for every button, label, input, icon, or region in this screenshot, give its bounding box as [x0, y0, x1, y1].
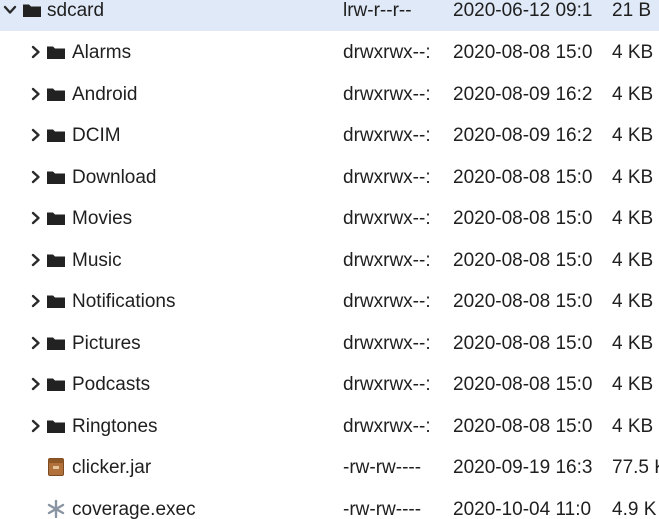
row-date: 2020-10-04 11:0 [453, 499, 592, 519]
row-date: 2020-08-08 15:0 [453, 416, 593, 437]
chevron-right-icon[interactable] [28, 252, 44, 268]
tree-row-dcim[interactable]: DCIM drwxrwx--: 2020-08-09 16:2 4 KB [0, 115, 659, 156]
tree-row-sdcard[interactable]: sdcard lrw-r--r-- 2020-06-12 09:1 21 B [0, 0, 659, 31]
row-size: 4 KB [612, 208, 654, 229]
asterisk-file-icon [47, 499, 65, 519]
row-date: 2020-08-08 15:0 [453, 208, 593, 229]
file-explorer-tree: sdcard lrw-r--r-- 2020-06-12 09:1 21 B A… [0, 0, 659, 519]
row-size: 4 KB [612, 250, 654, 271]
folder-icon [47, 129, 65, 142]
folder-icon [47, 337, 65, 350]
row-size: 4 KB [612, 42, 654, 63]
folder-icon [47, 295, 65, 308]
row-permissions: drwxrwx--: [343, 374, 431, 395]
row-permissions: drwxrwx--: [343, 84, 431, 105]
chevron-right-icon[interactable] [28, 335, 44, 351]
row-name: Podcasts [72, 374, 151, 395]
tree-row-alarms[interactable]: Alarms drwxrwx--: 2020-08-08 15:0 4 KB [0, 32, 659, 73]
folder-icon [47, 171, 65, 184]
chevron-right-icon[interactable] [28, 44, 44, 60]
row-name: DCIM [72, 125, 121, 146]
folder-icon [47, 212, 65, 225]
tree-row-download[interactable]: Download drwxrwx--: 2020-08-08 15:0 4 KB [0, 157, 659, 198]
row-permissions: drwxrwx--: [343, 125, 431, 146]
row-size: 4 KB [612, 125, 654, 146]
tree-row-podcasts[interactable]: Podcasts drwxrwx--: 2020-08-08 15:0 4 KB [0, 364, 659, 405]
row-size: 77.5 K [612, 457, 659, 478]
row-name: Notifications [72, 291, 176, 312]
chevron-right-icon[interactable] [28, 210, 44, 226]
tree-row-music[interactable]: Music drwxrwx--: 2020-08-08 15:0 4 KB [0, 240, 659, 281]
row-date: 2020-08-08 15:0 [453, 374, 593, 395]
row-name: Android [72, 84, 138, 105]
row-name: clicker.jar [72, 457, 152, 478]
row-date: 2020-08-08 15:0 [453, 291, 593, 312]
tree-row-coverage-exec[interactable]: coverage.exec -rw-rw---- 2020-10-04 11:0… [0, 489, 659, 519]
row-size: 4 KB [612, 167, 654, 188]
row-name: Movies [72, 208, 133, 229]
chevron-right-icon[interactable] [28, 86, 44, 102]
row-name: Music [72, 250, 122, 271]
tree-row-ringtones[interactable]: Ringtones drwxrwx--: 2020-08-08 15:0 4 K… [0, 406, 659, 447]
row-size: 4 KB [612, 333, 654, 354]
folder-icon [47, 46, 65, 59]
row-size: 21 B [612, 0, 652, 21]
chevron-right-icon[interactable] [28, 418, 44, 434]
folder-icon [23, 4, 41, 17]
row-size: 4 KB [612, 291, 654, 312]
tree-row-clicker-jar[interactable]: clicker.jar -rw-rw---- 2020-09-19 16:3 7… [0, 447, 659, 488]
chevron-right-icon[interactable] [28, 127, 44, 143]
row-size: 4 KB [612, 374, 654, 395]
row-permissions: drwxrwx--: [343, 167, 431, 188]
jar-file-icon [48, 458, 64, 476]
row-date: 2020-06-12 09:1 [453, 0, 593, 21]
tree-row-movies[interactable]: Movies drwxrwx--: 2020-08-08 15:0 4 KB [0, 198, 659, 239]
row-date: 2020-08-08 15:0 [453, 167, 593, 188]
row-name: Alarms [72, 42, 132, 63]
row-permissions: drwxrwx--: [343, 208, 431, 229]
tree-row-notifications[interactable]: Notifications drwxrwx--: 2020-08-08 15:0… [0, 281, 659, 322]
row-date: 2020-08-09 16:2 [453, 125, 593, 146]
row-name: Pictures [72, 333, 141, 354]
folder-icon [47, 420, 65, 433]
row-date: 2020-09-19 16:3 [453, 457, 593, 478]
row-date: 2020-08-09 16:2 [453, 84, 593, 105]
folder-icon [47, 254, 65, 267]
row-permissions: lrw-r--r-- [343, 0, 412, 21]
tree-row-pictures[interactable]: Pictures drwxrwx--: 2020-08-08 15:0 4 KB [0, 323, 659, 364]
chevron-right-icon[interactable] [28, 293, 44, 309]
row-name: coverage.exec [72, 499, 196, 519]
row-date: 2020-08-08 15:0 [453, 333, 593, 354]
chevron-right-icon[interactable] [28, 376, 44, 392]
row-name: Download [72, 167, 157, 188]
row-size: 4 KB [612, 84, 654, 105]
row-name: Ringtones [72, 416, 158, 437]
row-name: sdcard [47, 0, 105, 21]
folder-icon [47, 378, 65, 391]
row-permissions: -rw-rw---- [343, 457, 422, 478]
row-permissions: drwxrwx--: [343, 416, 431, 437]
tree-row-android[interactable]: Android drwxrwx--: 2020-08-09 16:2 4 KB [0, 74, 659, 115]
row-size: 4.9 K [612, 499, 657, 519]
row-permissions: drwxrwx--: [343, 291, 431, 312]
chevron-right-icon[interactable] [28, 169, 44, 185]
chevron-down-icon[interactable] [2, 2, 18, 18]
row-date: 2020-08-08 15:0 [453, 250, 593, 271]
row-permissions: drwxrwx--: [343, 42, 431, 63]
row-permissions: drwxrwx--: [343, 250, 431, 271]
row-size: 4 KB [612, 416, 654, 437]
folder-icon [47, 88, 65, 101]
row-date: 2020-08-08 15:0 [453, 42, 593, 63]
row-permissions: -rw-rw---- [343, 499, 422, 519]
row-permissions: drwxrwx--: [343, 333, 431, 354]
